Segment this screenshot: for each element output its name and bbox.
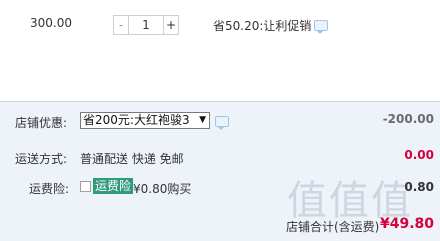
dropdown-arrow-icon: ▼ <box>199 115 206 125</box>
promotion-info: 省50.20:让利促销 <box>213 17 329 34</box>
discount-amount: -200.00 <box>382 112 434 126</box>
chat-icon[interactable] <box>314 20 329 34</box>
insurance-label: 运费险: <box>29 182 70 196</box>
decrease-quantity-button[interactable]: - <box>113 15 129 35</box>
insurance-amount: 0.80 <box>404 180 434 194</box>
quantity-input[interactable]: 1 <box>129 15 163 35</box>
promotion-text: 省50.20:让利促销 <box>213 19 312 33</box>
item-price: 300.00 <box>30 16 72 30</box>
shipping-amount: 0.00 <box>404 148 434 162</box>
insurance-price: ¥0.80购买 <box>133 182 192 196</box>
quantity-stepper[interactable]: - 1 + <box>113 15 179 35</box>
chat-icon[interactable] <box>215 116 229 130</box>
increase-quantity-button[interactable]: + <box>163 15 179 35</box>
insurance-name[interactable]: 运费险 <box>93 178 134 194</box>
shop-discount-label: 店铺优惠: <box>15 116 68 130</box>
insurance-checkbox[interactable] <box>80 181 91 192</box>
shop-discount-select[interactable]: 省200元:大红袍骏3 ▼ <box>80 112 210 129</box>
shop-discount-selected: 省200元:大红袍骏3 <box>83 113 190 127</box>
shipping-method-value: 普通配送 快递 免邮 <box>80 152 184 166</box>
shop-total-value: ¥49.80 <box>379 216 434 232</box>
shipping-method-label: 运送方式: <box>15 152 68 166</box>
shop-total-label: 店铺合计(含运费) <box>286 220 380 234</box>
